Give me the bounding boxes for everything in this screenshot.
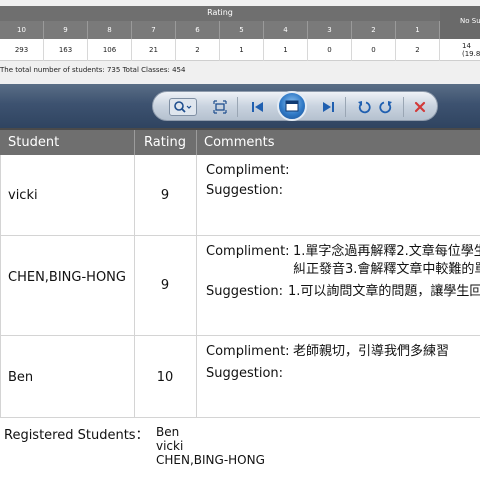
toolbar-separator [345, 97, 346, 117]
student-column-header: Student [8, 135, 60, 150]
comments-table: Student Rating Comments vicki 9 Complime… [0, 128, 480, 480]
rating-title: Rating [207, 8, 233, 17]
no-submit-percent: (19.8 [462, 50, 480, 58]
compliment-label: Compliment: [206, 163, 290, 178]
fit-page-icon[interactable] [209, 98, 231, 116]
count-cell: 1 [220, 39, 264, 61]
compliment-label: Compliment: [206, 244, 290, 259]
column-divider [196, 336, 197, 417]
rating-col-4: 4 [264, 21, 308, 39]
rating-value: 10 [156, 370, 174, 385]
rating-columns-header: 10 9 8 7 6 5 4 3 2 1 [0, 21, 480, 39]
count-cell: 163 [44, 39, 88, 61]
column-divider [196, 155, 197, 235]
rating-value: 9 [160, 188, 170, 203]
rating-column-header: Rating [144, 135, 186, 150]
registered-students-label: Registered Students： [4, 428, 149, 443]
rotate-left-icon[interactable] [353, 98, 375, 116]
close-icon[interactable] [409, 98, 431, 116]
no-submit-count: 14 [462, 42, 471, 50]
compliment-label: Compliment: [206, 344, 290, 359]
rating-col-7: 7 [132, 21, 176, 39]
count-cell: 21 [132, 39, 176, 61]
totals-text: The total number of students: 735 Total … [0, 66, 186, 74]
student-name: vicki [8, 188, 38, 203]
rating-group-header: Rating [0, 6, 480, 21]
registered-student: Ben [156, 425, 180, 439]
count-cell: 1 [264, 39, 308, 61]
registered-student: CHEN,BING-HONG [156, 453, 265, 467]
no-submit-header: No Su [440, 6, 480, 39]
table-row: CHEN,BING-HONG 9 Compliment: 1.單字念過再解釋2.… [0, 236, 480, 336]
no-submit-value: 14 (19.8 [440, 42, 480, 58]
comments-column-header: Comments [204, 135, 275, 150]
rating-col-8: 8 [88, 21, 132, 39]
suggestion-text: 1.可以詢問文章的問題，讓學生回 [288, 284, 480, 299]
student-name: CHEN,BING-HONG [8, 270, 126, 285]
rating-value: 9 [160, 278, 170, 293]
rotate-right-icon[interactable] [375, 98, 397, 116]
first-page-icon[interactable] [247, 98, 269, 116]
rating-col-5: 5 [220, 21, 264, 39]
toolbar-separator [403, 97, 404, 117]
rating-col-2: 2 [352, 21, 396, 39]
toolbar-separator [237, 97, 238, 117]
count-cell: 2 [176, 39, 220, 61]
count-cell: 293 [0, 39, 44, 61]
rating-summary-table: Rating 10 9 8 7 6 5 4 3 2 1 No Su 293 16… [0, 0, 480, 84]
last-page-icon[interactable] [317, 98, 339, 116]
count-cell: 2 [396, 39, 440, 61]
count-cell: 0 [352, 39, 396, 61]
table-row: Ben 10 Compliment: 老師親切，引導我們多練習 Suggesti… [0, 336, 480, 418]
viewer-toolbar [152, 91, 438, 121]
student-name: Ben [8, 370, 34, 385]
compliment-text-line2: 糾正發音3.會解釋文章中較難的單 [293, 262, 480, 277]
rating-col-10: 10 [0, 21, 44, 39]
rating-col-3: 3 [308, 21, 352, 39]
count-cell: 0 [308, 39, 352, 61]
header-divider [196, 130, 197, 155]
zoom-icon[interactable] [169, 98, 197, 116]
registered-students-list: Ben vicki CHEN,BING-HONG [156, 425, 265, 467]
suggestion-label: Suggestion: [206, 366, 284, 381]
rating-col-1: 1 [396, 21, 440, 39]
compliment-text-line1: 老師親切，引導我們多練習 [293, 344, 450, 359]
page-view-icon[interactable] [277, 91, 307, 121]
rating-col-9: 9 [44, 21, 88, 39]
registered-student: vicki [156, 439, 184, 453]
count-cell: 106 [88, 39, 132, 61]
rating-col-6: 6 [176, 21, 220, 39]
table-row: vicki 9 Compliment: Suggestion: [0, 155, 480, 236]
suggestion-label: Suggestion: [206, 284, 284, 299]
column-divider [196, 236, 197, 335]
rating-counts-row: 293 163 106 21 2 1 1 0 0 2 14 (19.8 [0, 39, 480, 61]
suggestion-label: Suggestion: [206, 183, 284, 198]
compliment-text-line1: 1.單字念過再解釋2.文章每位學生 [293, 244, 480, 259]
comments-table-header: Student Rating Comments [0, 128, 480, 155]
